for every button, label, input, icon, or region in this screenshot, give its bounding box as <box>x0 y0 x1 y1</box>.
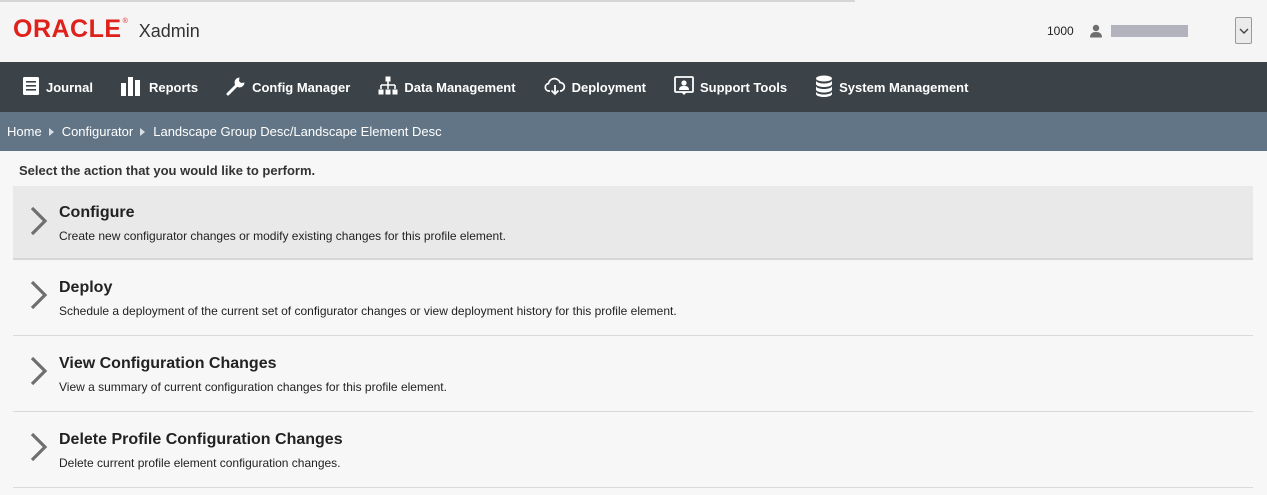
brand: ORACLE ® Xadmin <box>13 15 200 43</box>
page-prompt: Select the action that you would like to… <box>19 163 316 178</box>
nav-item-support-tools[interactable]: Support Tools <box>674 62 787 112</box>
nav-item-label: Deployment <box>571 79 646 95</box>
nav-item-label: Reports <box>148 79 199 95</box>
nav-item-deployment[interactable]: Deployment <box>544 62 646 112</box>
user-menu-dropdown-button[interactable] <box>1235 17 1252 44</box>
action-delete-profile-configuration-changes[interactable]: Delete Profile Configuration Changes Del… <box>13 412 1253 488</box>
breadcrumb-configurator[interactable]: Configurator <box>62 124 134 139</box>
nav-item-data-management[interactable]: Data Management <box>378 62 516 112</box>
action-list: Configure Create new configurator change… <box>13 186 1253 488</box>
wrench-icon <box>226 76 252 99</box>
breadcrumb-current: Landscape Group Desc/Landscape Element D… <box>153 124 442 139</box>
user-icon <box>1089 24 1103 38</box>
breadcrumb-separator-icon <box>140 127 146 136</box>
support-icon <box>674 75 700 99</box>
store-number: 1000 <box>1047 24 1074 38</box>
nav-item-reports[interactable]: Reports <box>120 62 199 112</box>
breadcrumb-separator-icon <box>48 127 54 136</box>
action-description: Create new configurator changes or modif… <box>59 229 506 243</box>
chevron-down-icon <box>1239 22 1249 40</box>
chevron-right-icon <box>29 356 49 391</box>
nav-item-label: Journal <box>46 79 93 95</box>
chevron-right-icon <box>29 280 49 315</box>
chevron-right-icon <box>29 432 49 467</box>
action-description: View a summary of current configuration … <box>59 380 447 394</box>
action-title: Configure <box>59 204 135 221</box>
action-configure[interactable]: Configure Create new configurator change… <box>13 186 1253 260</box>
main-nav: Journal Reports Config Manager Data Mana… <box>0 62 1267 112</box>
nav-item-label: Support Tools <box>699 79 788 95</box>
user-area[interactable]: 1000 <box>1047 21 1188 41</box>
hierarchy-icon <box>378 76 404 99</box>
action-title: Deploy <box>59 279 113 296</box>
action-description: Delete current profile element configura… <box>59 456 341 470</box>
app-name: Xadmin <box>138 21 200 41</box>
action-description: Schedule a deployment of the current set… <box>59 304 677 318</box>
chevron-right-icon <box>29 206 49 241</box>
action-view-configuration-changes[interactable]: View Configuration Changes View a summar… <box>13 336 1253 412</box>
action-title: View Configuration Changes <box>59 355 277 372</box>
nav-item-system-management[interactable]: System Management <box>815 62 968 112</box>
action-title: Delete Profile Configuration Changes <box>59 431 343 448</box>
action-deploy[interactable]: Deploy Schedule a deployment of the curr… <box>13 260 1253 336</box>
header-bar: ORACLE ® Xadmin 1000 <box>0 0 1267 62</box>
nav-item-config-manager[interactable]: Config Manager <box>226 62 350 112</box>
oracle-logo: ORACLE <box>13 15 122 43</box>
header-top-line <box>0 0 855 2</box>
journal-icon <box>22 76 46 99</box>
bar-chart-icon <box>120 76 149 99</box>
breadcrumb: Home Configurator Landscape Group Desc/L… <box>0 112 1267 151</box>
database-icon <box>815 75 839 100</box>
user-name-redacted <box>1110 25 1188 37</box>
nav-item-journal[interactable]: Journal <box>22 62 93 112</box>
nav-item-label: System Management <box>839 79 969 95</box>
breadcrumb-home[interactable]: Home <box>7 124 42 139</box>
cloud-download-icon <box>544 76 572 99</box>
registered-mark: ® <box>122 18 128 25</box>
nav-item-label: Data Management <box>404 79 516 95</box>
nav-item-label: Config Manager <box>252 79 351 95</box>
